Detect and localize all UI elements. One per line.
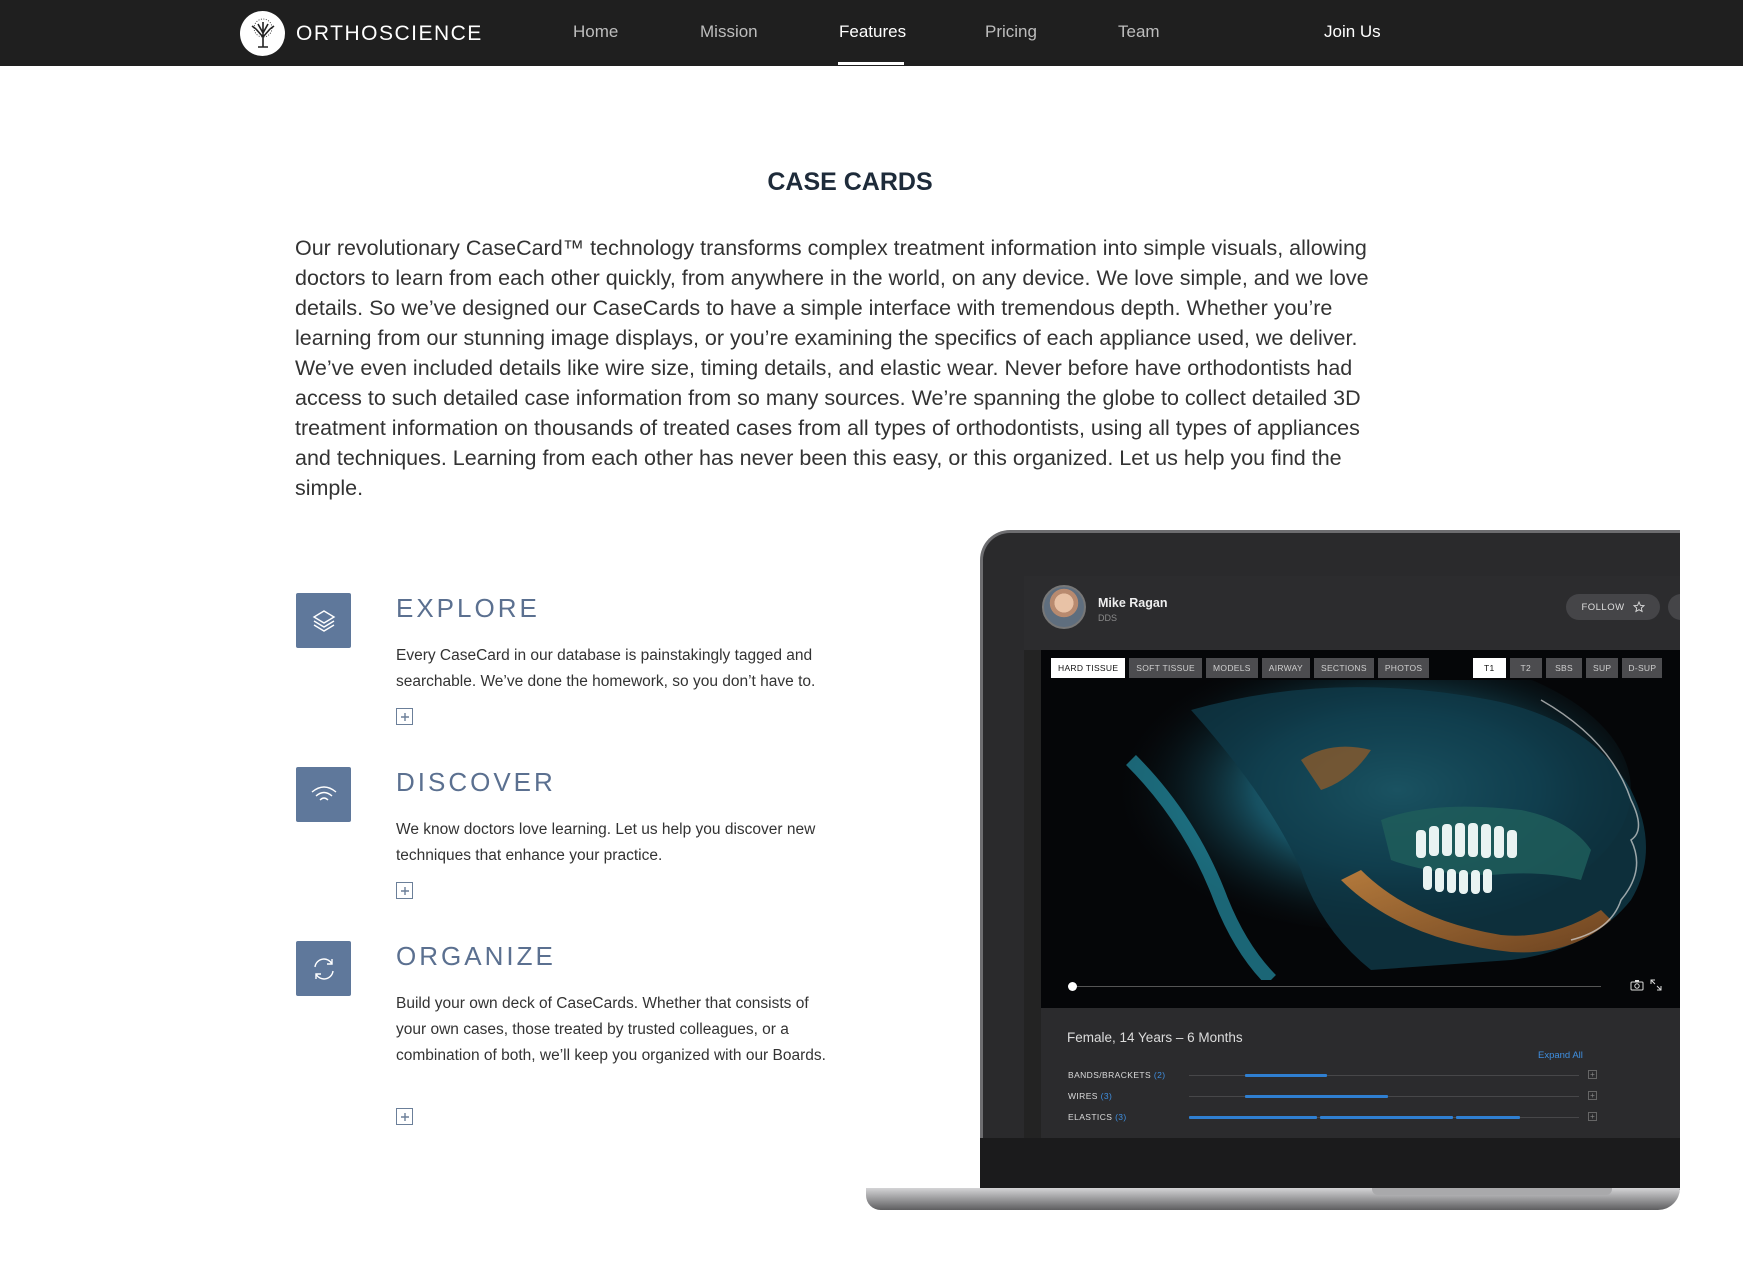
case-details: Female, 14 Years – 6 Months Expand All B… <box>1041 1008 1680 1138</box>
tab-t2[interactable]: T2 <box>1509 658 1543 678</box>
active-nav-indicator <box>838 62 904 65</box>
feature-title-organize: ORGANIZE <box>396 941 556 971</box>
nav-home[interactable]: Home <box>573 22 618 42</box>
row-count: (3) <box>1115 1112 1127 1122</box>
timeline-track[interactable] <box>1071 986 1601 987</box>
timeline-bar <box>1320 1116 1453 1119</box>
feature-text-discover: We know doctors love learning. Let us he… <box>396 821 816 864</box>
doctor-name: Mike Ragan <box>1098 596 1168 610</box>
expand-explore-button[interactable] <box>396 708 413 725</box>
timeline-handle[interactable] <box>1068 982 1077 991</box>
casecard-header: Mike Ragan DDS FOLLOW <box>1024 576 1680 650</box>
cephalometric-scan-image <box>1071 680 1680 980</box>
nav-mission[interactable]: Mission <box>700 22 758 42</box>
more-button[interactable] <box>1668 594 1680 620</box>
page-title: CASE CARDS <box>767 168 933 196</box>
tab-soft-tissue[interactable]: SOFT TISSUE <box>1129 658 1203 678</box>
row-elastics[interactable]: ELASTICS (3) <box>1068 1112 1127 1122</box>
expand-organize-button[interactable] <box>396 1108 413 1125</box>
follow-button[interactable]: FOLLOW <box>1566 594 1660 620</box>
timeline-bar <box>1189 1116 1317 1119</box>
camera-icon[interactable] <box>1630 979 1644 994</box>
nav-team[interactable]: Team <box>1118 22 1160 42</box>
timeline-bar <box>1245 1074 1327 1077</box>
expand-discover-button[interactable] <box>396 882 413 899</box>
tab-sbs[interactable]: SBS <box>1546 658 1582 678</box>
feature-text-organize: Build your own deck of CaseCards. Whethe… <box>396 995 826 1064</box>
nav-pricing[interactable]: Pricing <box>985 22 1037 42</box>
row-expand-button[interactable]: + <box>1588 1070 1597 1079</box>
tab-photos[interactable]: PHOTOS <box>1377 658 1430 678</box>
brand-name: ORTHOSCIENCE <box>296 21 483 45</box>
tab-d-sup[interactable]: D-SUP <box>1622 658 1663 678</box>
row-bands-brackets[interactable]: BANDS/BRACKETS (2) <box>1068 1070 1165 1080</box>
signal-icon <box>296 767 351 822</box>
row-expand-button[interactable]: + <box>1588 1112 1597 1121</box>
tab-airway[interactable]: AIRWAY <box>1261 658 1310 678</box>
feature-title-explore: EXPLORE <box>396 593 540 623</box>
laptop-notch <box>1372 1188 1612 1195</box>
star-icon <box>1632 601 1645 613</box>
scan-viewer: HARD TISSUE SOFT TISSUE MODELS AIRWAY SE… <box>1041 650 1680 1008</box>
casecard-screen: Mike Ragan DDS FOLLOW HARD TISSUE SOFT T… <box>1024 576 1680 1138</box>
doctor-title: DDS <box>1098 613 1118 623</box>
intro-paragraph: Our revolutionary CaseCard™ technology t… <box>295 236 1369 500</box>
timeline-bar <box>1245 1095 1388 1098</box>
tab-models[interactable]: MODELS <box>1206 658 1258 678</box>
tissue-tabs: HARD TISSUE SOFT TISSUE MODELS AIRWAY SE… <box>1051 658 1430 678</box>
row-expand-button[interactable]: + <box>1588 1091 1597 1100</box>
laptop-bezel <box>980 1138 1680 1190</box>
timeline-bar <box>1456 1116 1520 1119</box>
expand-all-link[interactable]: Expand All <box>1538 1050 1583 1061</box>
tab-sup[interactable]: SUP <box>1585 658 1619 678</box>
tab-t1[interactable]: T1 <box>1473 658 1506 678</box>
timepoint-tabs: T1 T2 SBS SUP D-SUP <box>1473 658 1663 678</box>
feature-text-explore: Every CaseCard in our database is painst… <box>396 647 816 690</box>
avatar <box>1042 585 1086 629</box>
patient-summary: Female, 14 Years – 6 Months <box>1067 1030 1243 1045</box>
top-nav: ORTHOSCIENCE Home Mission Features Prici… <box>0 0 1743 66</box>
fullscreen-icon[interactable] <box>1650 979 1662 994</box>
row-wires[interactable]: WIRES (3) <box>1068 1091 1112 1101</box>
row-count: (3) <box>1100 1091 1113 1101</box>
tab-sections[interactable]: SECTIONS <box>1313 658 1374 678</box>
row-label: BANDS/BRACKETS <box>1068 1070 1152 1080</box>
row-label: ELASTICS <box>1068 1112 1113 1122</box>
sync-icon <box>296 941 351 996</box>
join-us-link[interactable]: Join Us <box>1324 22 1381 42</box>
brand[interactable]: ORTHOSCIENCE <box>240 11 483 56</box>
layers-icon <box>296 593 351 648</box>
tab-hard-tissue[interactable]: HARD TISSUE <box>1051 658 1126 678</box>
nav-features[interactable]: Features <box>839 22 906 42</box>
tree-logo-icon <box>240 11 285 56</box>
follow-label: FOLLOW <box>1581 601 1625 613</box>
row-label: WIRES <box>1068 1091 1098 1101</box>
row-count: (2) <box>1153 1070 1166 1080</box>
feature-title-discover: DISCOVER <box>396 767 556 797</box>
